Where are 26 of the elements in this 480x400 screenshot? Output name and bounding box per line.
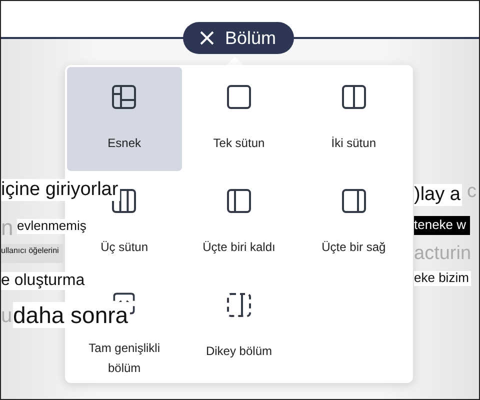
layout-option[interactable]: Esnek (67, 67, 182, 171)
background-text: acturin (414, 243, 472, 265)
layout-option[interactable]: Üçte biri kaldı (182, 171, 296, 275)
layout-option[interactable]: Dikey bölüm (182, 275, 296, 379)
layout-option[interactable]: Üçte bir sağ (296, 171, 411, 275)
background-text: )lay a (414, 184, 462, 206)
grid-layout-icon (110, 83, 138, 111)
background-text: teneke w (414, 216, 470, 235)
close-section-button[interactable]: Bölüm (183, 22, 294, 54)
layout-option[interactable]: Tek sütun (182, 67, 296, 171)
background-text: evlenmemiş (17, 219, 88, 234)
background-text: e oluşturma (1, 272, 87, 290)
dashed-column-icon (224, 291, 253, 319)
left-column-icon (224, 187, 253, 215)
background-text: u (1, 305, 12, 328)
background-text: ullanıcı öğelerini (1, 244, 63, 264)
background-text: eke bizim (414, 271, 471, 286)
background-text: c (467, 181, 476, 203)
two-column-icon (340, 83, 368, 111)
background-text: içine giriyorlar (1, 179, 120, 201)
background-text: n (1, 215, 14, 240)
layout-option[interactable]: İki sütun (296, 67, 411, 171)
square-icon (224, 83, 253, 111)
background-text: daha sonra (13, 302, 130, 328)
close-icon (199, 30, 215, 46)
right-column-icon (340, 187, 368, 215)
